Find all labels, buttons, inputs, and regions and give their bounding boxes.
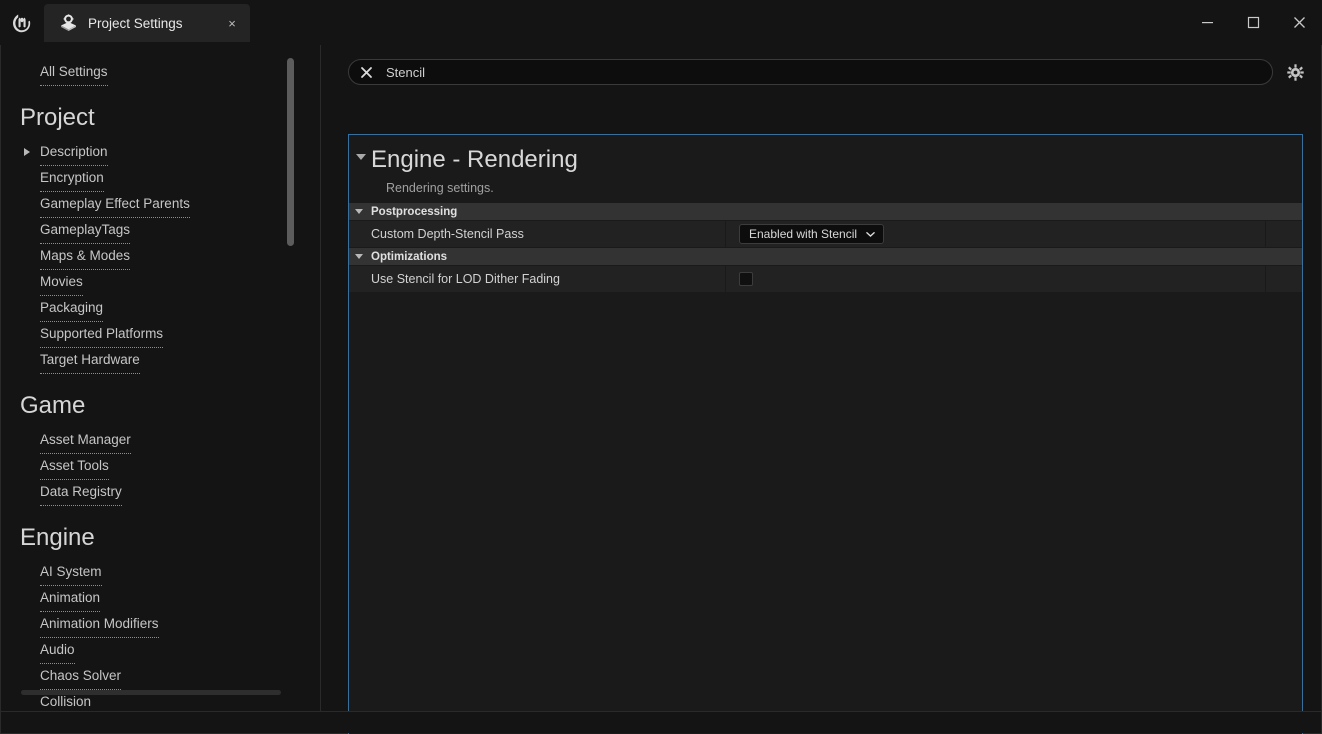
tab-project-settings[interactable]: Project Settings × bbox=[44, 4, 250, 42]
sidebar-item-chaos-solver[interactable]: Chaos Solver bbox=[1, 663, 320, 690]
close-icon[interactable]: × bbox=[222, 13, 242, 33]
sidebar-item-label: GameplayTags bbox=[40, 217, 131, 244]
category-label: Postprocessing bbox=[371, 205, 458, 218]
sidebar-item-label: Asset Tools bbox=[40, 453, 109, 480]
page-subtitle: Rendering settings. bbox=[386, 181, 494, 195]
sidebar-item-target-hardware[interactable]: Target Hardware bbox=[1, 347, 320, 374]
sidebar-item-asset-tools[interactable]: Asset Tools bbox=[1, 453, 320, 480]
sidebar-horizontal-scrollbar[interactable] bbox=[21, 690, 281, 695]
sidebar-item-label: Supported Platforms bbox=[40, 321, 164, 348]
title-bar: Project Settings × bbox=[0, 0, 1322, 45]
sidebar-item-label: Animation Modifiers bbox=[40, 611, 159, 638]
sidebar-vertical-scrollbar[interactable] bbox=[287, 58, 294, 246]
details-body: Postprocessing Custom Depth-Stencil Pass E… bbox=[349, 203, 1302, 293]
details-panel: Engine - Rendering Rendering settings. P… bbox=[348, 134, 1303, 734]
sidebar-item-label: Description bbox=[40, 139, 108, 166]
sidebar-item-asset-manager[interactable]: Asset Manager bbox=[1, 427, 320, 454]
sidebar-item-gameplaytags[interactable]: GameplayTags bbox=[1, 217, 320, 244]
sidebar-section-project: Project bbox=[20, 104, 95, 131]
sidebar-item-supported-platforms[interactable]: Supported Platforms bbox=[1, 321, 320, 348]
category-header-optimizations[interactable]: Optimizations bbox=[349, 248, 1302, 266]
clear-x-icon[interactable] bbox=[357, 63, 375, 81]
category-header-postprocessing[interactable]: Postprocessing bbox=[349, 203, 1302, 221]
sidebar-splitter[interactable] bbox=[320, 45, 321, 733]
details-empty-area bbox=[349, 293, 1302, 734]
sidebar-item-label: Audio bbox=[40, 637, 75, 664]
sidebar-item-gameplay-effect-parents[interactable]: Gameplay Effect Parents bbox=[1, 191, 320, 218]
project-settings-icon bbox=[58, 13, 78, 33]
sidebar-item-packaging[interactable]: Packaging bbox=[1, 295, 320, 322]
window-controls bbox=[1184, 0, 1322, 45]
sidebar-item-label: Data Registry bbox=[40, 479, 122, 506]
property-row: Custom Depth-Stencil Pass Enabled with St… bbox=[349, 221, 1302, 248]
gear-icon[interactable] bbox=[1282, 59, 1308, 85]
page-title: Engine - Rendering bbox=[371, 146, 578, 173]
sidebar-item-label: Asset Manager bbox=[40, 427, 131, 454]
search-input[interactable]: Stencil bbox=[348, 59, 1273, 85]
sidebar-item-animation[interactable]: Animation bbox=[1, 585, 320, 612]
dropdown-value: Enabled with Stencil bbox=[749, 227, 858, 241]
sidebar-section-game: Game bbox=[20, 392, 86, 419]
use-stencil-for-lod-dither-fading-checkbox[interactable] bbox=[739, 272, 753, 286]
sidebar-item-encryption[interactable]: Encryption bbox=[1, 165, 320, 192]
chevron-right-icon[interactable] bbox=[24, 148, 30, 156]
unreal-engine-logo bbox=[0, 0, 44, 45]
search-value: Stencil bbox=[386, 64, 426, 80]
maximize-button[interactable] bbox=[1230, 0, 1276, 45]
chevron-down-icon[interactable] bbox=[355, 209, 363, 214]
sidebar-item-label: Movies bbox=[40, 269, 83, 296]
settings-sidebar[interactable]: All Settings Project Description Encryption… bbox=[1, 45, 320, 711]
sidebar-item-all-settings[interactable]: All Settings bbox=[1, 59, 320, 86]
sidebar-item-description[interactable]: Description bbox=[1, 139, 320, 166]
property-row: Use Stencil for LOD Dither Fading bbox=[349, 266, 1302, 293]
chevron-down-icon[interactable] bbox=[356, 154, 366, 160]
sidebar-item-label: All Settings bbox=[40, 59, 108, 86]
chevron-down-icon[interactable] bbox=[355, 254, 363, 259]
minimize-button[interactable] bbox=[1184, 0, 1230, 45]
category-label: Optimizations bbox=[371, 250, 448, 263]
sidebar-item-animation-modifiers[interactable]: Animation Modifiers bbox=[1, 611, 320, 638]
sidebar-item-maps-modes[interactable]: Maps & Modes bbox=[1, 243, 320, 270]
sidebar-item-label: Chaos Solver bbox=[40, 663, 122, 690]
sidebar-section-engine: Engine bbox=[20, 524, 95, 551]
tab-label: Project Settings bbox=[88, 15, 183, 31]
search-row: Stencil bbox=[348, 58, 1308, 86]
sidebar-item-data-registry[interactable]: Data Registry bbox=[1, 479, 320, 506]
sidebar-item-movies[interactable]: Movies bbox=[1, 269, 320, 296]
sidebar-item-ai-system[interactable]: AI System bbox=[1, 559, 320, 586]
sidebar-item-label: Encryption bbox=[40, 165, 104, 192]
details-panel-header: Engine - Rendering Rendering settings. bbox=[349, 135, 1302, 203]
close-window-button[interactable] bbox=[1276, 0, 1322, 45]
sidebar-item-label: Animation bbox=[40, 585, 101, 612]
status-bar bbox=[1, 711, 1321, 733]
property-value-cell: Enabled with Stencil bbox=[726, 221, 1266, 247]
chevron-down-icon bbox=[866, 230, 875, 239]
sidebar-item-label: Gameplay Effect Parents bbox=[40, 191, 190, 218]
property-reset-cell[interactable] bbox=[1266, 266, 1302, 292]
property-value-cell bbox=[726, 266, 1266, 292]
sidebar-item-label: Maps & Modes bbox=[40, 243, 131, 270]
sidebar-item-label: Packaging bbox=[40, 295, 104, 322]
property-label: Use Stencil for LOD Dither Fading bbox=[349, 266, 726, 292]
window-body: All Settings Project Description Encryption… bbox=[0, 45, 1322, 734]
property-label: Custom Depth-Stencil Pass bbox=[349, 221, 726, 247]
custom-depth-stencil-pass-dropdown[interactable]: Enabled with Stencil bbox=[739, 224, 885, 244]
property-reset-cell[interactable] bbox=[1266, 221, 1302, 247]
sidebar-item-label: Target Hardware bbox=[40, 347, 140, 374]
sidebar-item-audio[interactable]: Audio bbox=[1, 637, 320, 664]
sidebar-item-label: AI System bbox=[40, 559, 102, 586]
